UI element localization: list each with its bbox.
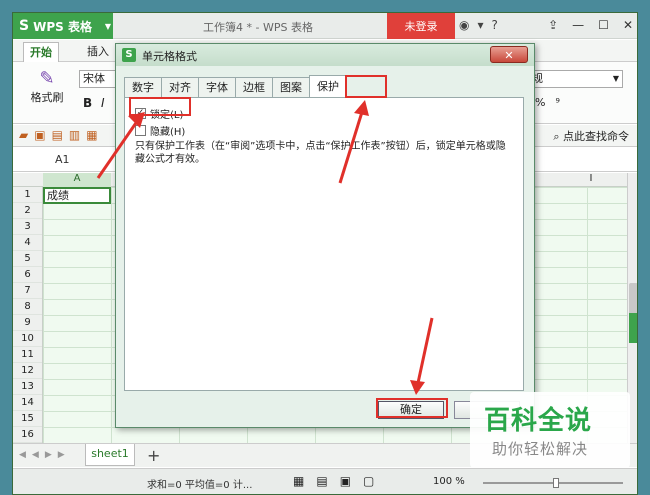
tab-font[interactable]: 字体 (198, 77, 236, 97)
find-command-label: 点此查找命令 (563, 130, 629, 143)
number-format-select[interactable]: 规 ▼ (527, 70, 623, 88)
shirt-icon[interactable]: ▾ (477, 18, 483, 32)
dialog-title: 单元格格式 (142, 50, 197, 63)
watermark-brand: 百科全说 (484, 406, 593, 436)
login-button[interactable]: 未登录 (387, 13, 455, 39)
percent-button[interactable]: % (535, 96, 545, 109)
protection-panel: ✓ 锁定(L) 隐藏(H) 只有保护工作表（在“审阅”选项卡中，点击“保护工作表… (124, 97, 524, 391)
side-panel-toggle[interactable] (629, 313, 637, 343)
column-header-a[interactable]: A (43, 173, 111, 187)
search-icon: ⌕ (553, 130, 560, 143)
row-header[interactable]: 14 (13, 395, 42, 411)
zoom-slider[interactable] (483, 478, 623, 488)
row-header[interactable]: 11 (13, 347, 42, 363)
window-controls: ⇪ — ☐ ✕ (548, 18, 633, 32)
row-header[interactable]: 12 (13, 363, 42, 379)
open-icon[interactable]: ▰ (19, 128, 28, 142)
normal-view-icon[interactable]: ▦ (293, 474, 304, 488)
find-command[interactable]: ⌕ 点此查找命令 (553, 128, 629, 144)
hide-label: 隐藏(H) (150, 127, 186, 138)
bold-button[interactable]: B (83, 96, 92, 110)
brush-icon: ✎ (39, 68, 55, 89)
tab-alignment[interactable]: 对齐 (161, 77, 199, 97)
maximize-icon[interactable]: ☐ (598, 18, 609, 32)
chevron-down-icon: ▼ (612, 74, 619, 83)
ok-highlight-box (376, 398, 448, 418)
sheet-tab[interactable]: sheet1 (85, 444, 135, 466)
cell-a1[interactable]: 成绩 (43, 187, 111, 204)
row-header[interactable]: 5 (13, 251, 42, 267)
row-headers: 1 2 3 4 5 6 7 8 9 10 11 12 13 14 15 16 (13, 187, 43, 443)
dialog-tabs: 数字 对齐 字体 边框 图案 保护 (124, 75, 347, 97)
watermark: 百科全说 助你轻松解决 (470, 392, 630, 468)
row-header[interactable]: 7 (13, 283, 42, 299)
skin-icon[interactable]: ◉ (459, 18, 469, 32)
tab-number[interactable]: 数字 (124, 77, 162, 97)
row-header[interactable]: 10 (13, 331, 42, 347)
help-icon[interactable]: ? (492, 18, 498, 32)
row-header[interactable]: 4 (13, 235, 42, 251)
pdf-icon[interactable]: ▤ (52, 128, 63, 142)
app-menu-button[interactable]: S WPS 表格 ▼ (13, 13, 113, 39)
italic-button[interactable]: I (101, 96, 105, 110)
comma-button[interactable]: ⁹ (555, 96, 559, 109)
protection-note: 只有保护工作表（在“审阅”选项卡中，点击“保护工作表”按钮）后，锁定单元格或隐藏… (135, 141, 506, 165)
title-bar: S WPS 表格 ▼ 工作簿4 * - WPS 表格 未登录 ◉ ▾ ? ⇪ —… (13, 13, 637, 39)
save-icon[interactable]: ▣ (34, 128, 45, 142)
row-header[interactable]: 13 (13, 379, 42, 395)
dialog-close-button[interactable]: ✕ (490, 46, 528, 63)
row-header[interactable]: 16 (13, 427, 42, 443)
font-name-select[interactable]: 宋体 (79, 70, 119, 88)
tab-protection[interactable]: 保护 (309, 75, 347, 97)
format-painter-label: 格式刷 (30, 91, 64, 104)
sheet-nav-arrows[interactable]: ◀◀▶▶ (19, 450, 71, 460)
protection-tab-highlight-box (345, 75, 387, 98)
pin-icon[interactable]: ⇪ (548, 18, 558, 32)
row-header[interactable]: 2 (13, 203, 42, 219)
tab-home[interactable]: 开始 (23, 42, 59, 62)
wps-logo-icon: S (122, 48, 136, 62)
dialog-title-bar: S 单元格格式 ✕ (116, 44, 534, 66)
app-name: WPS 表格 (33, 19, 92, 34)
format-painter-button[interactable]: ✎ 格式刷 (27, 68, 67, 105)
row-header[interactable]: 9 (13, 315, 42, 331)
row-header[interactable]: 3 (13, 219, 42, 235)
layout-view-icon[interactable]: ▣ (340, 474, 351, 488)
preview-icon[interactable]: ▦ (86, 128, 97, 142)
row-header[interactable]: 8 (13, 299, 42, 315)
hide-checkbox-row[interactable]: 隐藏(H) (135, 123, 185, 138)
add-sheet-button[interactable]: + (147, 446, 160, 465)
tab-border[interactable]: 边框 (235, 77, 273, 97)
row-header[interactable]: 6 (13, 267, 42, 283)
tab-insert[interactable]: 插入 (81, 42, 115, 62)
title-icons: ◉ ▾ ? (459, 18, 498, 32)
column-header-i[interactable]: I (561, 173, 621, 187)
lock-highlight-box (129, 97, 191, 116)
chevron-down-icon: ▼ (104, 21, 111, 31)
watermark-slogan: 助你轻松解决 (492, 440, 589, 458)
view-buttons: ▦ ▤ ▣ ▢ (293, 474, 374, 488)
minimize-icon[interactable]: — (572, 18, 584, 32)
number-buttons: % ⁹ (535, 96, 560, 109)
row-header[interactable]: 15 (13, 411, 42, 427)
status-bar: 求和=0 平均值=0 计... ▦ ▤ ▣ ▢ 100 % (13, 468, 637, 494)
page-view-icon[interactable]: ▤ (316, 474, 327, 488)
window-title: 工作簿4 * - WPS 表格 (203, 21, 313, 34)
tab-pattern[interactable]: 图案 (272, 77, 310, 97)
name-box[interactable]: A1 (55, 153, 70, 166)
print-icon[interactable]: ▥ (69, 128, 80, 142)
close-icon[interactable]: ✕ (623, 18, 633, 32)
reading-view-icon[interactable]: ▢ (363, 474, 374, 488)
wps-logo-icon: S (19, 18, 30, 34)
row-header[interactable]: 1 (13, 187, 42, 203)
hide-checkbox[interactable] (135, 125, 146, 136)
status-summary: 求和=0 平均值=0 计... (147, 480, 253, 491)
zoom-slider-knob[interactable] (553, 478, 559, 488)
qat-icons: ▰ ▣ ▤ ▥ ▦ (19, 128, 98, 142)
zoom-level[interactable]: 100 % (433, 476, 465, 487)
